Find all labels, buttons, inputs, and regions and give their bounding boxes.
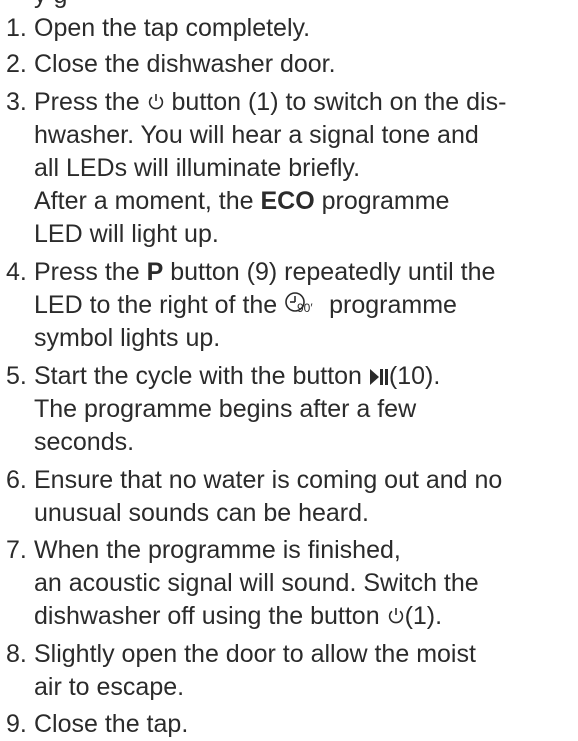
step-text-segment: Press the <box>34 258 140 286</box>
p-button-label: P <box>146 258 164 286</box>
step-line: LED to the right of the 90′ programme <box>34 289 574 322</box>
step-line: When the programme is finished, <box>34 536 401 564</box>
step-line: hwasher. You will hear a signal tone and <box>34 121 479 149</box>
step-text: Close the dishwasher door. <box>34 48 574 81</box>
step-number: 2. <box>6 50 27 78</box>
step-line: Open the tap completely. <box>34 14 311 42</box>
step-text: When the programme is finished, an acous… <box>34 534 574 633</box>
step-line: Start the cycle with the button (10). <box>34 360 574 393</box>
step-text: Slightly open the door to allow the mois… <box>34 638 574 704</box>
step-line: Close the dishwasher door. <box>34 50 336 78</box>
step-line: dishwasher off using the button (1). <box>34 600 574 633</box>
step-line: air to escape. <box>34 673 185 701</box>
start-pause-icon <box>369 368 389 386</box>
step-number: 3. <box>6 88 27 116</box>
step-line: unusual sounds can be heard. <box>34 499 369 527</box>
eco-label: ECO <box>260 187 315 215</box>
step-line: all LEDs will illuminate briefly. <box>34 154 361 182</box>
step-line: Press the P button (9) repeatedly until … <box>34 256 574 289</box>
step-text: Press the button (1) to switch on the di… <box>34 86 574 251</box>
step-text-segment: (1). <box>404 602 443 630</box>
step-number: 6. <box>6 466 27 494</box>
step-text-segment: (10). <box>388 362 441 390</box>
step-text-segment: Press the <box>34 88 140 116</box>
step-line: an acoustic signal will sound. Switch th… <box>34 569 479 597</box>
step-text-segment: dishwasher off using the button <box>34 602 380 630</box>
step-number: 8. <box>6 640 27 668</box>
step-line: seconds. <box>34 428 135 456</box>
step-line: LED will light up. <box>34 220 219 248</box>
step-number: 7. <box>6 536 27 564</box>
power-icon <box>147 92 165 112</box>
step-text-segment: programme <box>321 187 450 215</box>
step-text: Start the cycle with the button (10). Th… <box>34 360 574 459</box>
cut-off-heading: y g <box>34 0 67 12</box>
step-number: 5. <box>6 362 27 390</box>
step-text: Close the tap. <box>34 708 574 741</box>
step-line: The programme begins after a few <box>34 395 417 423</box>
svg-text:90′: 90′ <box>297 301 313 315</box>
step-text-segment: programme <box>329 291 457 319</box>
step-number: 9. <box>6 710 27 738</box>
step-number: 4. <box>6 258 27 286</box>
step-text-segment: LED to the right of the <box>34 291 278 319</box>
step-line: Close the tap. <box>34 710 189 738</box>
step-line: Ensure that no water is coming out and n… <box>34 466 503 494</box>
step-line: After a moment, the ECO programme <box>34 185 574 218</box>
step-line: Slightly open the door to allow the mois… <box>34 640 476 668</box>
step-text-segment: button (9) repeatedly until the <box>170 258 496 286</box>
step-text: Ensure that no water is coming out and n… <box>34 464 574 530</box>
step-text-segment: After a moment, the <box>34 187 254 215</box>
step-number: 1. <box>6 14 27 42</box>
step-text-segment: button (1) to switch on the dis- <box>171 88 507 116</box>
step-text-segment: Start the cycle with the button <box>34 362 362 390</box>
step-line: symbol lights up. <box>34 324 221 352</box>
programme-90-min-icon: 90′ <box>284 291 322 315</box>
power-icon <box>387 606 405 626</box>
step-text: Open the tap completely. <box>34 12 574 45</box>
step-line: Press the button (1) to switch on the di… <box>34 86 574 119</box>
step-text: Press the P button (9) repeatedly until … <box>34 256 574 355</box>
